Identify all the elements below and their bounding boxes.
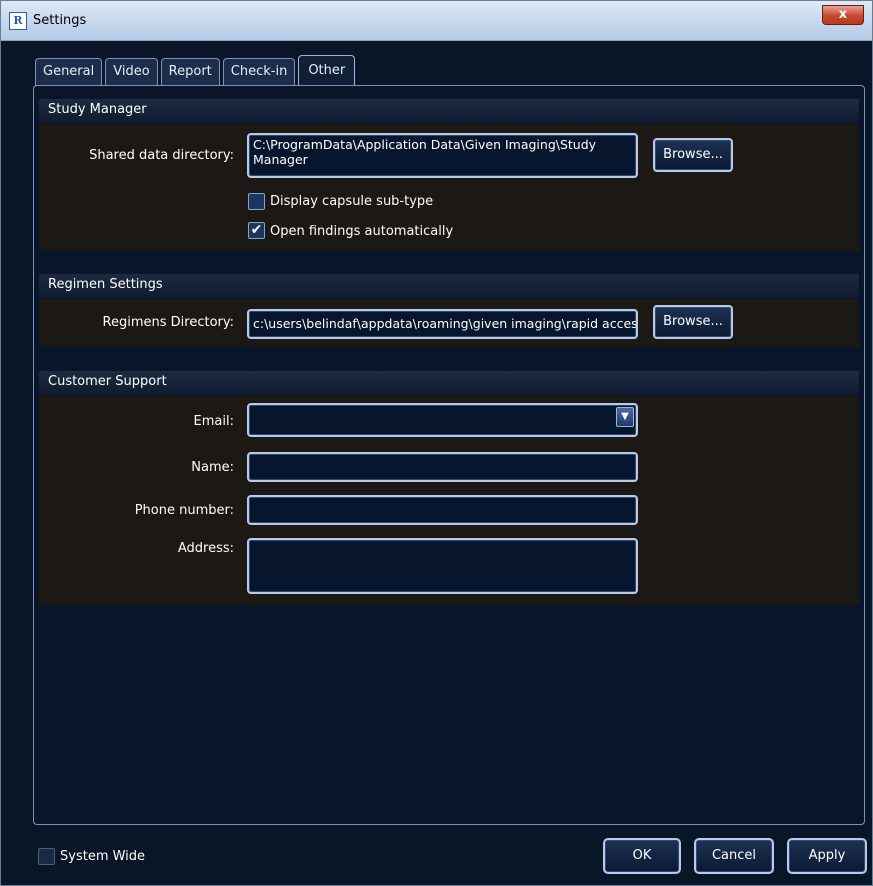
regimens-browse-button[interactable]: Browse... [653, 305, 733, 339]
tab-other[interactable]: Other [298, 55, 356, 86]
shared-data-directory-field[interactable]: C:\ProgramData\Application Data\Given Im… [247, 133, 638, 178]
cancel-button[interactable]: Cancel [694, 838, 774, 874]
phone-number-label: Phone number: [134, 503, 234, 518]
system-wide-checkbox[interactable] [38, 848, 55, 865]
apply-button[interactable]: Apply [787, 838, 867, 874]
tab-video[interactable]: Video [105, 58, 158, 86]
open-findings-label: Open findings automatically [270, 224, 454, 239]
customer-support-header: Customer Support [39, 371, 859, 395]
tab-bar: General Video Report Check-in Other [35, 55, 356, 86]
regimens-directory-field[interactable]: c:\users\belindaf\appdata\roaming\given … [247, 309, 638, 339]
open-findings-checkbox[interactable]: ✔ [248, 222, 265, 239]
ok-button[interactable]: OK [603, 838, 681, 874]
regimen-settings-header: Regimen Settings [39, 274, 859, 298]
app-icon: R [9, 12, 27, 30]
name-field[interactable] [247, 452, 638, 482]
tab-general[interactable]: General [35, 58, 103, 86]
tab-report[interactable]: Report [160, 58, 220, 86]
checkmark-icon: ✔ [250, 222, 263, 238]
settings-window: R Settings x General Video Report Check-… [0, 0, 873, 886]
study-manager-header: Study Manager [39, 99, 859, 123]
regimens-directory-label: Regimens Directory: [102, 315, 234, 330]
phone-number-field[interactable] [247, 495, 638, 525]
close-icon: x [838, 7, 848, 22]
shared-data-directory-label: Shared data directory: [89, 148, 234, 163]
address-label: Address: [177, 541, 234, 556]
close-button[interactable]: x [822, 5, 864, 25]
email-dropdown[interactable]: ▼ [247, 403, 638, 437]
display-capsule-subtype-label: Display capsule sub-type [270, 194, 434, 209]
email-label: Email: [193, 414, 234, 429]
name-label: Name: [191, 460, 234, 475]
tab-check-in[interactable]: Check-in [222, 58, 296, 86]
chevron-down-icon[interactable]: ▼ [616, 407, 634, 427]
shared-data-browse-button[interactable]: Browse... [653, 138, 733, 172]
display-capsule-subtype-checkbox[interactable] [248, 193, 265, 210]
window-title: Settings [33, 13, 87, 28]
title-bar[interactable]: R Settings x [1, 1, 872, 41]
system-wide-label: System Wide [60, 849, 146, 864]
address-field[interactable] [247, 538, 638, 594]
